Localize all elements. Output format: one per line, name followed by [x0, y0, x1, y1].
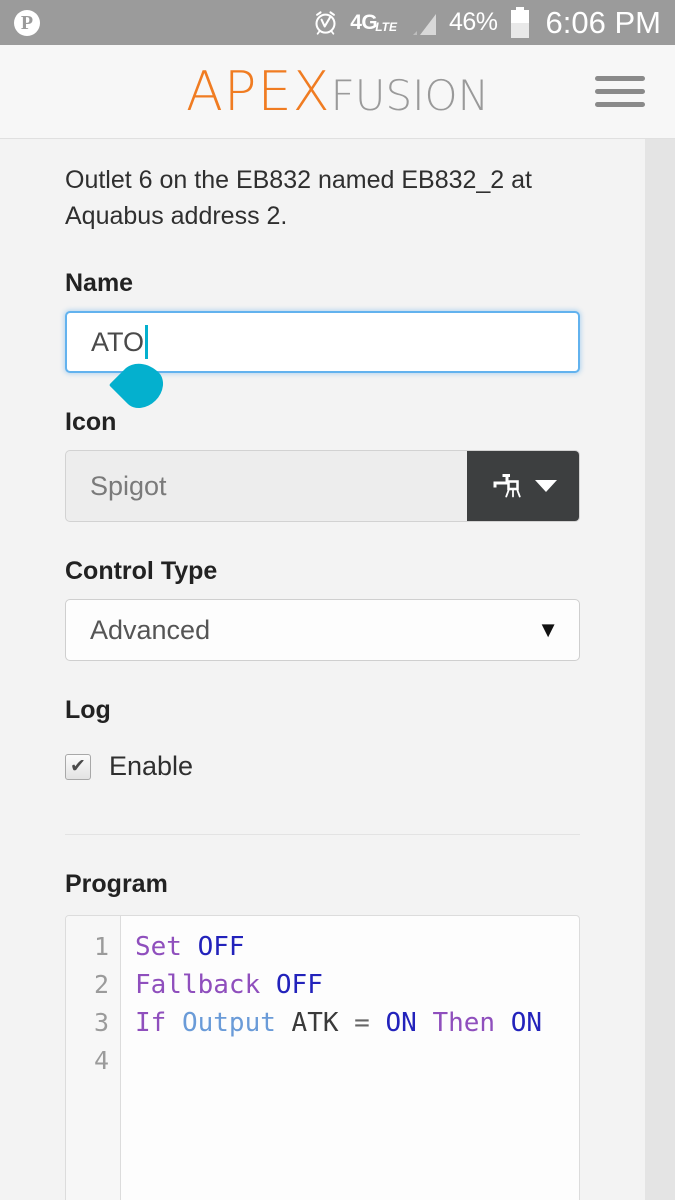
chevron-down-icon: ▼ [537, 617, 559, 642]
alarm-clock-icon [312, 9, 339, 36]
editor-line-number: 3 [93, 1008, 109, 1037]
editor-line-number-gutter: 1 2 3 4 [66, 916, 121, 1200]
code-token: If [135, 1008, 167, 1038]
control-type-field-label: Control Type [65, 557, 218, 585]
network-type-main: 4G [350, 11, 378, 34]
code-token: Set [135, 932, 182, 962]
editor-line-number: 1 [93, 932, 109, 961]
icon-field-label: Icon [65, 408, 117, 436]
checkmark-icon: ✔ [70, 755, 86, 777]
editor-code-line: Set OFF [135, 928, 579, 966]
code-token: Then [432, 1008, 496, 1038]
icon-select-value: Spigot [90, 470, 167, 501]
hamburger-bar [595, 102, 645, 107]
chevron-down-icon [535, 480, 557, 492]
battery-icon [509, 6, 531, 39]
section-divider [65, 834, 580, 835]
code-token: ON [385, 1008, 417, 1038]
code-token: Fallback [135, 970, 261, 1000]
editor-code-line: If Output ATK = ON Then ON [135, 1004, 579, 1042]
code-token: ON [510, 1008, 543, 1038]
log-field-label: Log [65, 696, 111, 724]
log-enable-label: Enable [109, 751, 194, 781]
editor-code-line: Fallback OFF [135, 966, 579, 1004]
phone-screen: P 4G LTE 46% 6:06 PM APEXFUSION Outlet 6… [0, 0, 675, 1200]
log-enable-checkbox[interactable]: ✔ [65, 753, 91, 780]
program-field-label: Program [65, 870, 168, 898]
editor-code-line [135, 1042, 579, 1080]
editor-code-area[interactable]: Set OFF Fallback OFF If Output ATK = ON Th… [121, 916, 579, 1200]
pinterest-icon: P [14, 9, 40, 36]
log-enable-row[interactable]: ✔ Enable [65, 751, 580, 782]
outlet-settings-form: Outlet 6 on the EB832 named EB832_2 at A… [0, 139, 645, 1200]
editor-line-number: 2 [93, 970, 109, 999]
hamburger-menu-icon[interactable] [595, 76, 645, 107]
icon-picker-button[interactable] [467, 451, 579, 521]
name-field-label: Name [65, 269, 134, 297]
signal-bars-icon [408, 10, 438, 36]
text-cursor [145, 325, 149, 359]
status-bar-system-icons: 4G LTE 46% 6:06 PM [312, 5, 661, 41]
network-type-indicator: 4G LTE [350, 12, 397, 33]
page-scrollbar-gutter[interactable] [645, 139, 675, 1200]
spigot-faucet-icon [489, 468, 525, 504]
hamburger-bar [595, 89, 645, 94]
code-token: OFF [197, 932, 245, 962]
hamburger-bar [595, 76, 645, 81]
code-token: = [338, 1008, 386, 1038]
status-bar-notifications: P [14, 9, 40, 36]
network-type-sub: LTE [375, 20, 397, 34]
code-token: Output [181, 1008, 276, 1038]
logo-apex-text: APEX [185, 59, 331, 123]
logo-fusion-text: FUSION [330, 70, 490, 120]
battery-percent-label: 46% [449, 8, 498, 36]
name-input-value: ATO [91, 326, 145, 357]
code-token: ATK [291, 1008, 339, 1038]
apexfusion-logo: APEXFUSION [0, 64, 675, 120]
control-type-select[interactable]: Advanced ▼ [65, 599, 580, 661]
control-type-value: Advanced [90, 614, 211, 645]
android-status-bar: P 4G LTE 46% 6:06 PM [0, 0, 675, 45]
clock-label: 6:06 PM [545, 4, 661, 40]
icon-select[interactable]: Spigot [65, 450, 580, 522]
name-field-wrapper: ATO [65, 311, 580, 417]
outlet-description: Outlet 6 on the EB832 named EB832_2 at A… [65, 166, 533, 230]
editor-line-number: 4 [93, 1046, 109, 1075]
program-code-editor[interactable]: 1234 Set OFF Fallback OFF If Output ATK = … [65, 915, 580, 1200]
code-token: OFF [275, 970, 323, 1000]
app-header: APEXFUSION [0, 45, 675, 139]
